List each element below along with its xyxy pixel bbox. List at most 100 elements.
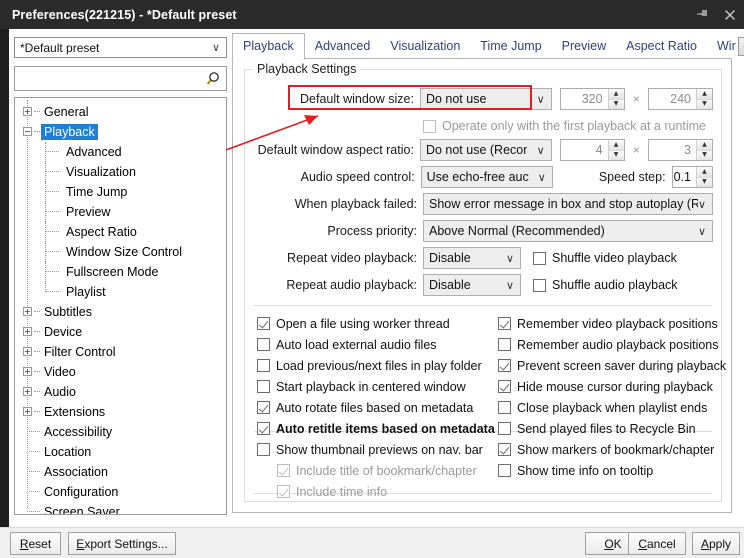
tree-item-screen-saver[interactable]: Screen Saver (15, 502, 226, 514)
checkbox-label: Close playback when playlist ends (517, 400, 708, 415)
spinner-buttons[interactable]: ▲ ▼ (607, 89, 624, 109)
tab-visualization[interactable]: Visualization (380, 34, 470, 59)
checkbox-send-played-files-to-recycle-bin[interactable]: Send played files to Recycle Bin (498, 418, 726, 439)
settings-tree[interactable]: General Playback Advanced Visualization Time… (14, 97, 227, 515)
tree-item-playback[interactable]: Playback (15, 122, 226, 142)
pin-icon[interactable] (690, 0, 716, 29)
tree-item-aspect-ratio[interactable]: Aspect Ratio (15, 222, 226, 242)
preset-combobox[interactable]: *Default preset ∨ (14, 37, 227, 58)
tree-item-device[interactable]: Device (15, 322, 226, 342)
aspect-ratio-height-spinner[interactable]: 3 ▲ ▼ (648, 139, 713, 161)
default-window-width-spinner[interactable]: 320 ▲ ▼ (559, 88, 625, 110)
tree-item-playlist[interactable]: Playlist (15, 282, 226, 302)
spinner-down-icon[interactable]: ▼ (608, 98, 624, 109)
spinner-buttons[interactable]: ▲ ▼ (696, 140, 712, 160)
spinner-up-icon[interactable]: ▲ (696, 167, 712, 177)
tree-connector (45, 171, 59, 172)
tree-item-window-size-control[interactable]: Window Size Control (15, 242, 226, 262)
audio-speed-control-row: Audio speed control: Use echo-free auc ∨… (245, 166, 713, 188)
shuffle-audio-playback-checkbox[interactable]: Shuffle audio playback (533, 278, 678, 292)
checkbox-show-time-info-on-tooltip[interactable]: Show time info on tooltip (498, 460, 714, 481)
process-priority-combobox[interactable]: Above Normal (Recommended) ∨ (423, 220, 713, 242)
expand-icon[interactable] (23, 347, 32, 356)
tab-wir[interactable]: Wir (707, 34, 736, 59)
checkbox-remember-video-playback-positions[interactable]: Remember video playback positions (498, 313, 726, 334)
checkbox-open-a-file-using-worker-thread[interactable]: Open a file using worker thread (257, 313, 495, 334)
tab-scroll-left-button[interactable]: ◄ (737, 36, 744, 56)
tree-item-visualization[interactable]: Visualization (15, 162, 226, 182)
repeat-audio-playback-combobox[interactable]: Disable ∨ (423, 274, 521, 296)
spinner-down-icon[interactable]: ▼ (697, 98, 712, 109)
expand-icon[interactable] (23, 407, 32, 416)
spinner-up-icon[interactable]: ▲ (697, 89, 712, 99)
tree-item-fullscreen-mode[interactable]: Fullscreen Mode (15, 262, 226, 282)
checkbox-include-time-info: Include time info (277, 481, 483, 502)
tree-item-filter-control[interactable]: Filter Control (15, 342, 226, 362)
search-box[interactable] (14, 66, 227, 91)
tree-item-accessibility[interactable]: Accessibility (15, 422, 226, 442)
cancel-button[interactable]: Cancel (628, 532, 686, 555)
spinner-down-icon[interactable]: ▼ (608, 149, 624, 160)
checkbox-hide-mouse-cursor-during-playback[interactable]: Hide mouse cursor during playback (498, 376, 726, 397)
checkbox-auto-load-external-audio-files[interactable]: Auto load external audio files (257, 334, 495, 355)
tree-item-configuration[interactable]: Configuration (15, 482, 226, 502)
spinner-up-icon[interactable]: ▲ (608, 140, 624, 150)
default-window-aspect-ratio-combobox[interactable]: Do not use (Recor ∨ (419, 139, 552, 161)
spinner-buttons[interactable]: ▲ ▼ (695, 167, 712, 187)
search-icon[interactable] (204, 70, 222, 88)
spinner-buttons[interactable]: ▲ ▼ (607, 140, 624, 160)
spinner-up-icon[interactable]: ▲ (608, 89, 624, 99)
operate-first-playback-checkbox[interactable]: Operate only with the first playback at … (423, 119, 706, 133)
expand-icon[interactable] (23, 387, 32, 396)
checkbox-remember-audio-playback-positions[interactable]: Remember audio playback positions (498, 334, 726, 355)
tree-item-extensions[interactable]: Extensions (15, 402, 226, 422)
checkbox-start-playback-in-centered-window[interactable]: Start playback in centered window (257, 376, 495, 397)
checkbox-close-playback-when-playlist-ends[interactable]: Close playback when playlist ends (498, 397, 726, 418)
shuffle-video-playback-checkbox[interactable]: Shuffle video playback (533, 251, 677, 265)
when-playback-failed-combobox[interactable]: Show error message in box and stop autop… (423, 193, 713, 215)
audio-speed-control-combobox[interactable]: Use echo-free auc ∨ (420, 166, 553, 188)
tree-item-advanced[interactable]: Advanced (15, 142, 226, 162)
reset-button[interactable]: Reset (10, 532, 61, 555)
checkbox-auto-retitle-items-based-on-metadata[interactable]: Auto retitle items based on metadata (257, 418, 495, 439)
default-window-height-spinner[interactable]: 240 ▲ ▼ (648, 88, 713, 110)
tab-preview[interactable]: Preview (552, 34, 616, 59)
checkbox-load-previous-next-files-in-play-folder[interactable]: Load previous/next files in play folder (257, 355, 495, 376)
checkbox-box (257, 422, 270, 435)
tree-item-time-jump[interactable]: Time Jump (15, 182, 226, 202)
tree-item-video[interactable]: Video (15, 362, 226, 382)
expand-icon[interactable] (23, 327, 32, 336)
export-settings-button[interactable]: Export Settings... (68, 532, 176, 555)
aspect-ratio-width-spinner[interactable]: 4 ▲ ▼ (559, 139, 625, 161)
tree-item-location[interactable]: Location (15, 442, 226, 462)
tree-item-preview[interactable]: Preview (15, 202, 226, 222)
checkbox-prevent-screen-saver-during-playback[interactable]: Prevent screen saver during playback (498, 355, 726, 376)
spinner-down-icon[interactable]: ▼ (696, 176, 712, 187)
checkbox-box (257, 380, 270, 393)
tab-advanced[interactable]: Advanced (305, 34, 381, 59)
tree-item-audio[interactable]: Audio (15, 382, 226, 402)
speed-step-spinner[interactable]: 0.1 ▲ ▼ (671, 166, 713, 188)
spinner-up-icon[interactable]: ▲ (697, 140, 712, 150)
tab-aspect-ratio[interactable]: Aspect Ratio (616, 34, 707, 59)
collapse-icon[interactable] (23, 127, 32, 136)
expand-icon[interactable] (23, 107, 32, 116)
spinner-down-icon[interactable]: ▼ (697, 149, 712, 160)
tree-item-association[interactable]: Association (15, 462, 226, 482)
expand-icon[interactable] (23, 307, 32, 316)
checkbox-show-markers-of-bookmark-chapter[interactable]: Show markers of bookmark/chapter (498, 439, 714, 460)
tree-item-general[interactable]: General (15, 102, 226, 122)
repeat-video-playback-combobox[interactable]: Disable ∨ (423, 247, 521, 269)
tab-playback[interactable]: Playback (232, 33, 305, 60)
close-icon[interactable] (716, 0, 744, 29)
default-window-size-combobox[interactable]: Do not use ∨ (419, 88, 552, 110)
checkbox-auto-rotate-files-based-on-metadata[interactable]: Auto rotate files based on metadata (257, 397, 495, 418)
spinner-buttons[interactable]: ▲ ▼ (696, 89, 712, 109)
search-input[interactable] (15, 68, 195, 89)
tree-connector (34, 371, 40, 372)
tree-item-subtitles[interactable]: Subtitles (15, 302, 226, 322)
expand-icon[interactable] (23, 367, 32, 376)
tab-time-jump[interactable]: Time Jump (470, 34, 551, 59)
apply-button[interactable]: Apply (692, 532, 740, 555)
checkbox-show-thumbnail-previews-on-nav-bar[interactable]: Show thumbnail previews on nav. bar (257, 439, 483, 460)
